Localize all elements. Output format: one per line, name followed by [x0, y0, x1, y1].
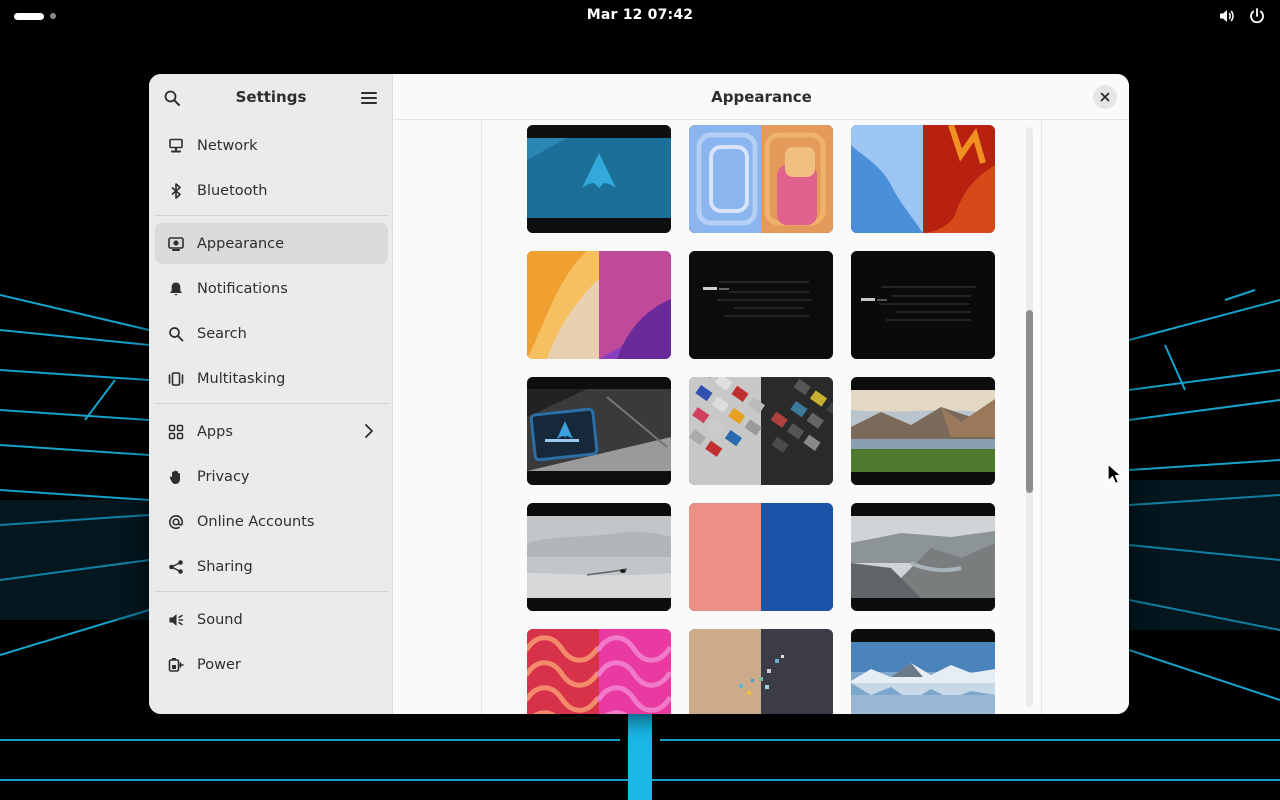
- clock[interactable]: Mar 12 07:42: [540, 7, 740, 23]
- scrollbar[interactable]: [1026, 127, 1033, 707]
- multitasking-icon: [167, 370, 185, 388]
- sidebar-item-network[interactable]: Network: [155, 125, 388, 166]
- appearance-icon: [167, 235, 185, 253]
- wallpaper-thumbnail-amber-purple[interactable]: [527, 251, 671, 359]
- search-button[interactable]: [159, 85, 185, 111]
- workspace-indicator: [50, 13, 56, 19]
- wallpaper-thumbnail-keyboard-keys[interactable]: [689, 377, 833, 485]
- wallpaper-thumbnail-foggy-snowfield[interactable]: [527, 503, 671, 611]
- power-icon[interactable]: [1248, 7, 1266, 25]
- sidebar-item-label: Bluetooth: [197, 182, 268, 199]
- wallpaper-thumbnail-archlinux-glitch-dark[interactable]: [851, 251, 995, 359]
- sidebar-item-appearance[interactable]: Appearance: [155, 223, 388, 264]
- sidebar-item-label: Notifications: [197, 280, 288, 297]
- wallpaper-thumbnail-fjord-cliffs[interactable]: [851, 503, 995, 611]
- sidebar-item-label: Multitasking: [197, 370, 286, 387]
- close-button[interactable]: [1093, 85, 1117, 109]
- wallpaper-thumbnail-sand-dark-dots[interactable]: [689, 629, 833, 714]
- sidebar-item-apps[interactable]: Apps: [155, 411, 388, 452]
- wallpaper-thumbnail-rainbow-spiral[interactable]: [689, 125, 833, 233]
- sidebar-title: Settings: [235, 88, 307, 106]
- sidebar-separator: [155, 591, 388, 592]
- sidebar-item-label: Sound: [197, 611, 243, 628]
- wallpaper-thumbnail-arch-blue[interactable]: [527, 125, 671, 233]
- activities-button[interactable]: [14, 10, 56, 22]
- sidebar-item-label: Sharing: [197, 558, 253, 575]
- sidebar-item-multitasking[interactable]: Multitasking: [155, 358, 388, 399]
- wallpaper-thumbnail-archlinux-laptop[interactable]: [527, 377, 671, 485]
- share-icon: [167, 558, 185, 576]
- sidebar-item-label: Apps: [197, 423, 233, 440]
- apps-grid-icon: [167, 423, 185, 441]
- sidebar-item-label: Search: [197, 325, 247, 342]
- sidebar-item-label: Power: [197, 656, 241, 673]
- wallpaper-thumbnail-wave-blue-orange[interactable]: [851, 125, 995, 233]
- close-icon: [1100, 92, 1110, 102]
- page-title: Appearance: [711, 88, 812, 106]
- top-bar: Mar 12 07:42: [0, 0, 1280, 32]
- sidebar-header: Settings: [149, 74, 392, 120]
- sidebar: Settings Network Bluetooth Appearance No…: [149, 74, 393, 714]
- wallpaper-thumbnail-pink-blue-texture[interactable]: [689, 503, 833, 611]
- hand-icon: [167, 468, 185, 486]
- workspace-indicator-active: [14, 12, 44, 20]
- sidebar-item-sound[interactable]: Sound: [155, 599, 388, 640]
- sidebar-item-label: Appearance: [197, 235, 285, 252]
- hamburger-icon: [361, 92, 377, 104]
- speaker-icon: [167, 611, 185, 629]
- system-tray[interactable]: [1218, 7, 1266, 25]
- network-icon: [167, 137, 185, 155]
- volume-icon[interactable]: [1218, 7, 1236, 25]
- sidebar-item-power[interactable]: Power: [155, 644, 388, 685]
- battery-plug-icon: [167, 656, 185, 674]
- sidebar-item-bluetooth[interactable]: Bluetooth: [155, 170, 388, 211]
- scrollbar-thumb[interactable]: [1026, 310, 1033, 493]
- wallpaper-thumbnail-mountain-lake[interactable]: [851, 377, 995, 485]
- content-body: [394, 121, 1129, 714]
- content-header: Appearance: [394, 74, 1129, 120]
- wallpaper-thumbnail-archlinux-glitch-light[interactable]: [689, 251, 833, 359]
- sidebar-list: Network Bluetooth Appearance Notificatio…: [155, 125, 388, 689]
- search-icon: [164, 90, 180, 106]
- settings-window: Settings Network Bluetooth Appearance No…: [149, 74, 1129, 714]
- bluetooth-icon: [167, 182, 185, 200]
- chevron-right-icon: [364, 423, 374, 443]
- sidebar-item-privacy[interactable]: Privacy: [155, 456, 388, 497]
- mouse-pointer-icon: [1107, 463, 1121, 485]
- wallpaper-thumbnail-mountain-reflection[interactable]: [851, 629, 995, 714]
- sidebar-item-label: Privacy: [197, 468, 250, 485]
- sidebar-item-search[interactable]: Search: [155, 313, 388, 354]
- sidebar-item-notifications[interactable]: Notifications: [155, 268, 388, 309]
- sidebar-item-sharing[interactable]: Sharing: [155, 546, 388, 587]
- sidebar-separator: [155, 215, 388, 216]
- search-icon: [167, 325, 185, 343]
- wallpaper-thumbnail-pink-red-pattern[interactable]: [527, 629, 671, 714]
- main-menu-button[interactable]: [356, 85, 382, 111]
- at-icon: [167, 513, 185, 531]
- wallpaper-panel: [481, 121, 1042, 714]
- sidebar-item-online-accounts[interactable]: Online Accounts: [155, 501, 388, 542]
- sidebar-item-label: Network: [197, 137, 258, 154]
- sidebar-item-label: Online Accounts: [197, 513, 315, 530]
- sidebar-separator: [155, 403, 388, 404]
- bell-icon: [167, 280, 185, 298]
